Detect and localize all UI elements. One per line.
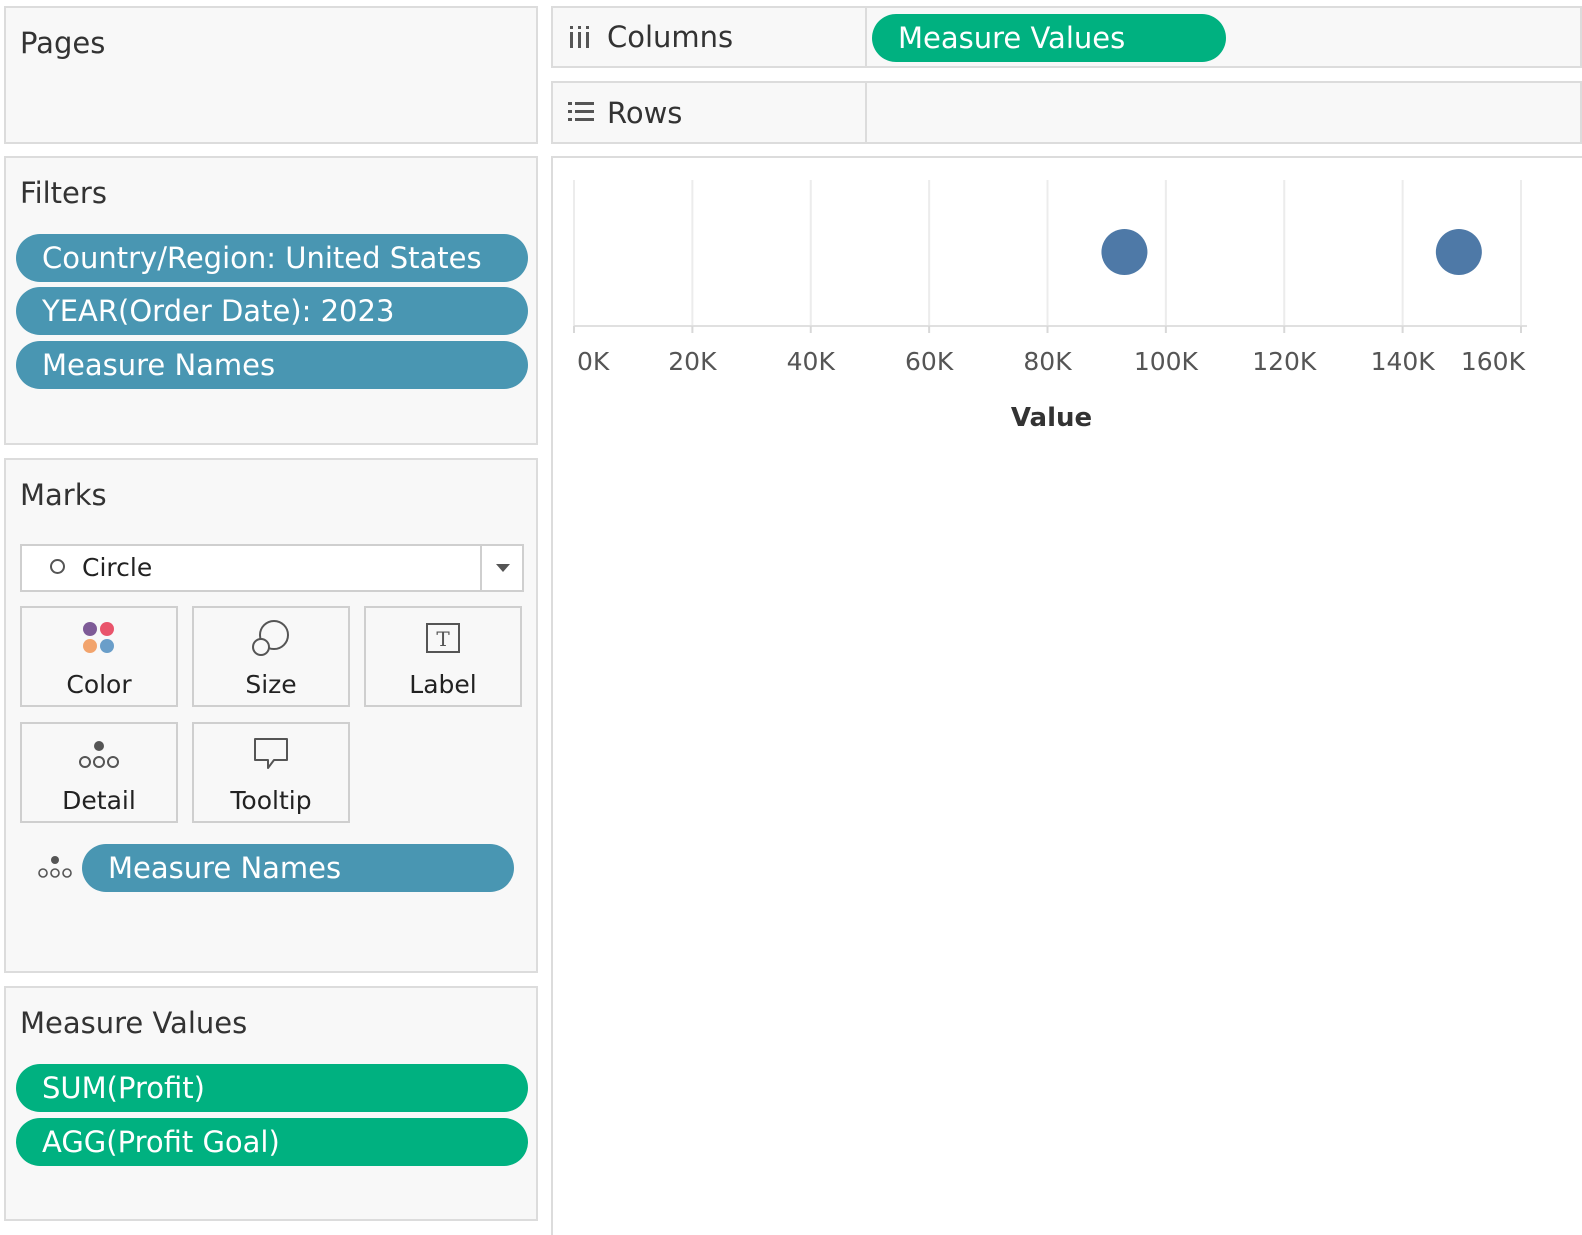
chevron-down-icon[interactable] bbox=[496, 564, 510, 572]
detail-pill-measure-names[interactable]: Measure Names bbox=[82, 844, 514, 892]
tick-label: 80K bbox=[1023, 347, 1072, 376]
size-label: Size bbox=[245, 670, 297, 699]
circle-icon bbox=[50, 559, 65, 574]
marks-panel[interactable]: Marks Circle Color Size T Label Detail T… bbox=[4, 458, 538, 973]
measure-pill-agg-profit-goal[interactable]: AGG(Profit Goal) bbox=[16, 1118, 528, 1166]
tooltip-button[interactable]: Tooltip bbox=[192, 722, 350, 823]
measure-pill-sum-profit[interactable]: SUM(Profit) bbox=[16, 1064, 528, 1112]
rows-icon bbox=[568, 102, 594, 121]
data-points bbox=[1101, 229, 1482, 275]
filters-title: Filters bbox=[20, 176, 107, 210]
tooltip-label: Tooltip bbox=[230, 786, 312, 815]
x-axis-ticks: 0K 20K 40K 60K 80K 100K 120K 140K 160K bbox=[573, 326, 1526, 376]
columns-icon bbox=[570, 26, 589, 48]
size-button[interactable]: Size bbox=[192, 606, 350, 707]
rows-shelf-label: Rows bbox=[553, 83, 867, 142]
filter-pill-measure-names[interactable]: Measure Names bbox=[16, 341, 528, 389]
measure-values-title: Measure Values bbox=[20, 1006, 248, 1040]
tooltip-icon bbox=[254, 738, 288, 769]
detail-encoding-icon bbox=[38, 856, 72, 878]
dropdown-divider bbox=[480, 546, 482, 590]
filter-pill-country-region[interactable]: Country/Region: United States bbox=[16, 234, 528, 282]
rows-drop-area[interactable] bbox=[869, 83, 1580, 142]
tick-label: 120K bbox=[1252, 347, 1317, 376]
color-icon bbox=[83, 622, 114, 653]
data-point[interactable] bbox=[1101, 229, 1148, 275]
columns-shelf[interactable]: Columns Measure Values bbox=[551, 6, 1582, 68]
scatter-chart[interactable]: 0K 20K 40K 60K 80K 100K 120K 140K 160K Value bbox=[553, 158, 1582, 478]
tick-label: 0K bbox=[577, 347, 610, 376]
filter-pill-year-order-date[interactable]: YEAR(Order Date): 2023 bbox=[16, 287, 528, 335]
pages-panel[interactable]: Pages bbox=[4, 6, 538, 144]
view-area[interactable]: 0K 20K 40K 60K 80K 100K 120K 140K 160K Value bbox=[551, 156, 1582, 1235]
label-label: Label bbox=[409, 670, 477, 699]
columns-shelf-label: Columns bbox=[553, 8, 867, 66]
x-axis-title: Value bbox=[1011, 403, 1092, 433]
rows-shelf[interactable]: Rows bbox=[551, 81, 1582, 144]
tick-label: 100K bbox=[1134, 347, 1199, 376]
svg-text:T: T bbox=[436, 627, 450, 651]
label-button[interactable]: T Label bbox=[364, 606, 522, 707]
marks-title: Marks bbox=[20, 478, 107, 512]
mark-type-dropdown[interactable]: Circle bbox=[20, 544, 524, 592]
mark-type-label: Circle bbox=[82, 553, 153, 582]
gridlines bbox=[573, 180, 1522, 326]
columns-label: Columns bbox=[607, 20, 734, 54]
size-icon bbox=[252, 620, 289, 656]
tick-label: 60K bbox=[905, 347, 954, 376]
rows-label: Rows bbox=[607, 96, 683, 130]
columns-pill-measure-values[interactable]: Measure Values bbox=[872, 14, 1226, 62]
measure-values-panel[interactable]: Measure Values SUM(Profit) AGG(Profit Go… bbox=[4, 986, 538, 1221]
detail-label: Detail bbox=[62, 786, 136, 815]
tick-label: 140K bbox=[1371, 347, 1436, 376]
filters-panel[interactable]: Filters Country/Region: United States YE… bbox=[4, 156, 538, 445]
detail-button[interactable]: Detail bbox=[20, 722, 178, 823]
tick-label: 160K bbox=[1461, 347, 1526, 376]
pages-title: Pages bbox=[20, 26, 106, 60]
color-button[interactable]: Color bbox=[20, 606, 178, 707]
tick-label: 40K bbox=[787, 347, 836, 376]
data-point[interactable] bbox=[1435, 229, 1482, 275]
tick-label: 20K bbox=[668, 347, 717, 376]
color-label: Color bbox=[66, 670, 132, 699]
detail-icon bbox=[79, 741, 119, 768]
text-label-icon: T bbox=[426, 623, 460, 653]
